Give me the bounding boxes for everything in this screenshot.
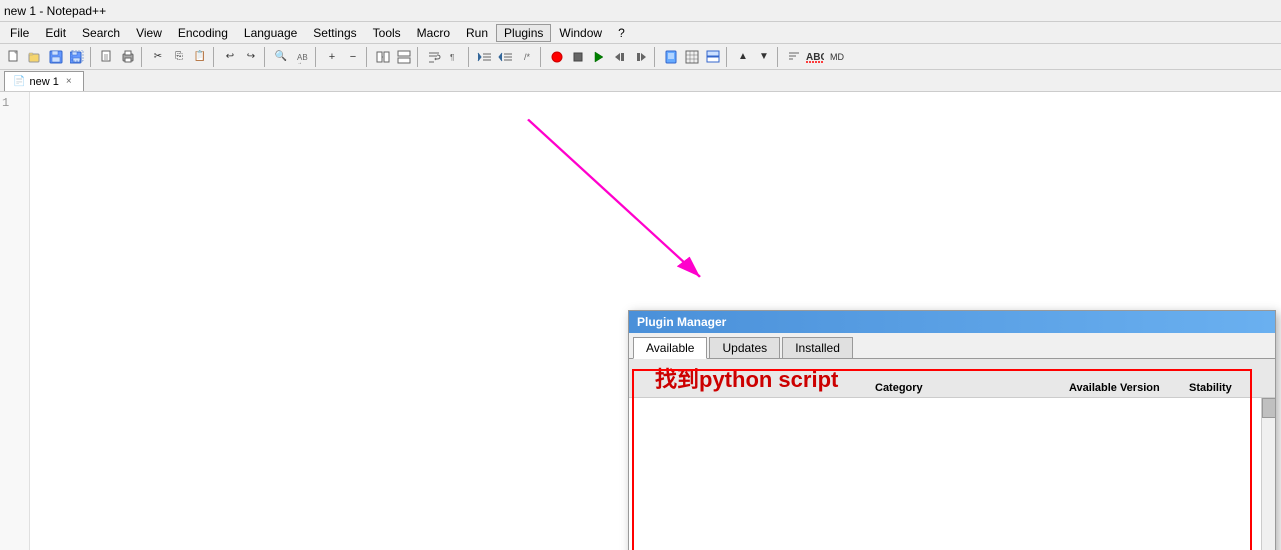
undo-button[interactable]: ↩ — [220, 47, 240, 67]
plugin-rows — [629, 398, 1261, 550]
col-stability: Stability — [1189, 382, 1269, 394]
menu-item-settings[interactable]: Settings — [305, 24, 364, 42]
table2-button[interactable] — [703, 47, 723, 67]
save-all-button[interactable] — [67, 47, 87, 67]
print-button[interactable] — [118, 47, 138, 67]
sep2 — [141, 47, 145, 67]
extra-button[interactable]: MD — [826, 47, 848, 67]
menu-item-plugins[interactable]: Plugins — [496, 24, 551, 42]
sep12 — [777, 47, 781, 67]
menu-item-view[interactable]: View — [128, 24, 170, 42]
zoom-out-button[interactable]: − — [343, 47, 363, 67]
tab-icon: 📄 — [13, 76, 25, 87]
sep3 — [213, 47, 217, 67]
col-version: Available Version — [1069, 382, 1189, 394]
dialog-tab-bar: AvailableUpdatesInstalled — [629, 333, 1275, 359]
cut-button[interactable]: ✂ — [148, 47, 168, 67]
sep11 — [726, 47, 730, 67]
menu-item-encoding[interactable]: Encoding — [170, 24, 236, 42]
indent-button[interactable] — [475, 47, 495, 67]
macro-play-button[interactable] — [589, 47, 609, 67]
macro-skip-back[interactable] — [610, 47, 630, 67]
plugin-table-body[interactable] — [629, 398, 1275, 550]
menu-item-file[interactable]: File — [2, 24, 37, 42]
menu-item-edit[interactable]: Edit — [37, 24, 74, 42]
macro-stop-button[interactable] — [568, 47, 588, 67]
new-button[interactable] — [4, 47, 24, 67]
menu-item-window[interactable]: Window — [551, 24, 610, 42]
sep8 — [468, 47, 472, 67]
macro-rec-button[interactable] — [547, 47, 567, 67]
col-check — [635, 362, 655, 394]
save-button[interactable] — [46, 47, 66, 67]
word-wrap-button[interactable] — [424, 47, 444, 67]
redo-button[interactable]: ↪ — [241, 47, 261, 67]
menu-item-language[interactable]: Language — [236, 24, 305, 42]
paste-button[interactable]: 📋 — [190, 47, 210, 67]
scrollbar[interactable] — [1261, 398, 1275, 550]
dialog-tab-updates[interactable]: Updates — [709, 337, 780, 358]
sep4 — [264, 47, 268, 67]
plugin-table-header: 找到python script Category Available Versi… — [629, 359, 1275, 398]
dialog-tab-installed[interactable]: Installed — [782, 337, 853, 358]
open-button[interactable] — [25, 47, 45, 67]
replace-button[interactable]: AB→ — [292, 47, 312, 67]
sep7 — [417, 47, 421, 67]
comment-button[interactable]: /* — [517, 47, 537, 67]
svg-text:→: → — [297, 60, 302, 64]
sep5 — [315, 47, 319, 67]
all-chars-button[interactable]: ¶ — [445, 47, 465, 67]
book-button[interactable] — [661, 47, 681, 67]
menu-item-search[interactable]: Search — [74, 24, 128, 42]
sep10 — [654, 47, 658, 67]
sort-button[interactable] — [784, 47, 804, 67]
down-button[interactable]: ▼ — [754, 47, 774, 67]
sync-v-button[interactable] — [373, 47, 393, 67]
title-bar-text: new 1 - Notepad++ — [4, 4, 106, 18]
sep1 — [90, 47, 94, 67]
col-plugin: 找到python script — [655, 362, 875, 394]
menu-bar: FileEditSearchViewEncodingLanguageSettin… — [0, 22, 1281, 44]
macro-skip-fwd[interactable] — [631, 47, 651, 67]
title-bar: new 1 - Notepad++ — [0, 0, 1281, 22]
tab-bar: 📄 new 1 × — [0, 70, 1281, 92]
spellcheck-button[interactable]: ABC — [805, 47, 825, 67]
copy-button[interactable]: ⎘ — [169, 47, 189, 67]
up-button[interactable]: ▲ — [733, 47, 753, 67]
sync-h-button[interactable] — [394, 47, 414, 67]
menu-item-tools[interactable]: Tools — [365, 24, 409, 42]
dedent-button[interactable] — [496, 47, 516, 67]
dialog-title-bar: Plugin Manager — [629, 311, 1275, 333]
menu-item-run[interactable]: Run — [458, 24, 496, 42]
tab-close-button[interactable]: × — [63, 76, 75, 88]
dialog-tab-available[interactable]: Available — [633, 337, 707, 359]
plugin-manager-dialog[interactable]: Plugin Manager AvailableUpdatesInstalled… — [628, 310, 1276, 550]
close-button[interactable] — [97, 47, 117, 67]
menu-item-macro[interactable]: Macro — [409, 24, 458, 42]
scrollbar-thumb[interactable] — [1262, 398, 1275, 418]
dialog-content: 找到python script Category Available Versi… — [629, 359, 1275, 550]
menu-item-?[interactable]: ? — [610, 24, 633, 42]
sep6 — [366, 47, 370, 67]
editor-area[interactable]: 1 Plugin Manager AvailableUpdatesInstall… — [0, 92, 1281, 550]
col-category: Category — [875, 382, 1069, 394]
tab-new1[interactable]: 📄 new 1 × — [4, 71, 84, 91]
find-button[interactable]: 🔍 — [271, 47, 291, 67]
line-numbers: 1 — [0, 92, 30, 550]
toolbar: ✂ ⎘ 📋 ↩ ↪ 🔍 AB→ + − ¶ /* — [0, 44, 1281, 70]
table-button[interactable] — [682, 47, 702, 67]
zoom-in-button[interactable]: + — [322, 47, 342, 67]
svg-text:¶: ¶ — [450, 53, 454, 62]
tab-label: new 1 — [29, 76, 58, 88]
sep9 — [540, 47, 544, 67]
dialog-title: Plugin Manager — [637, 315, 726, 329]
